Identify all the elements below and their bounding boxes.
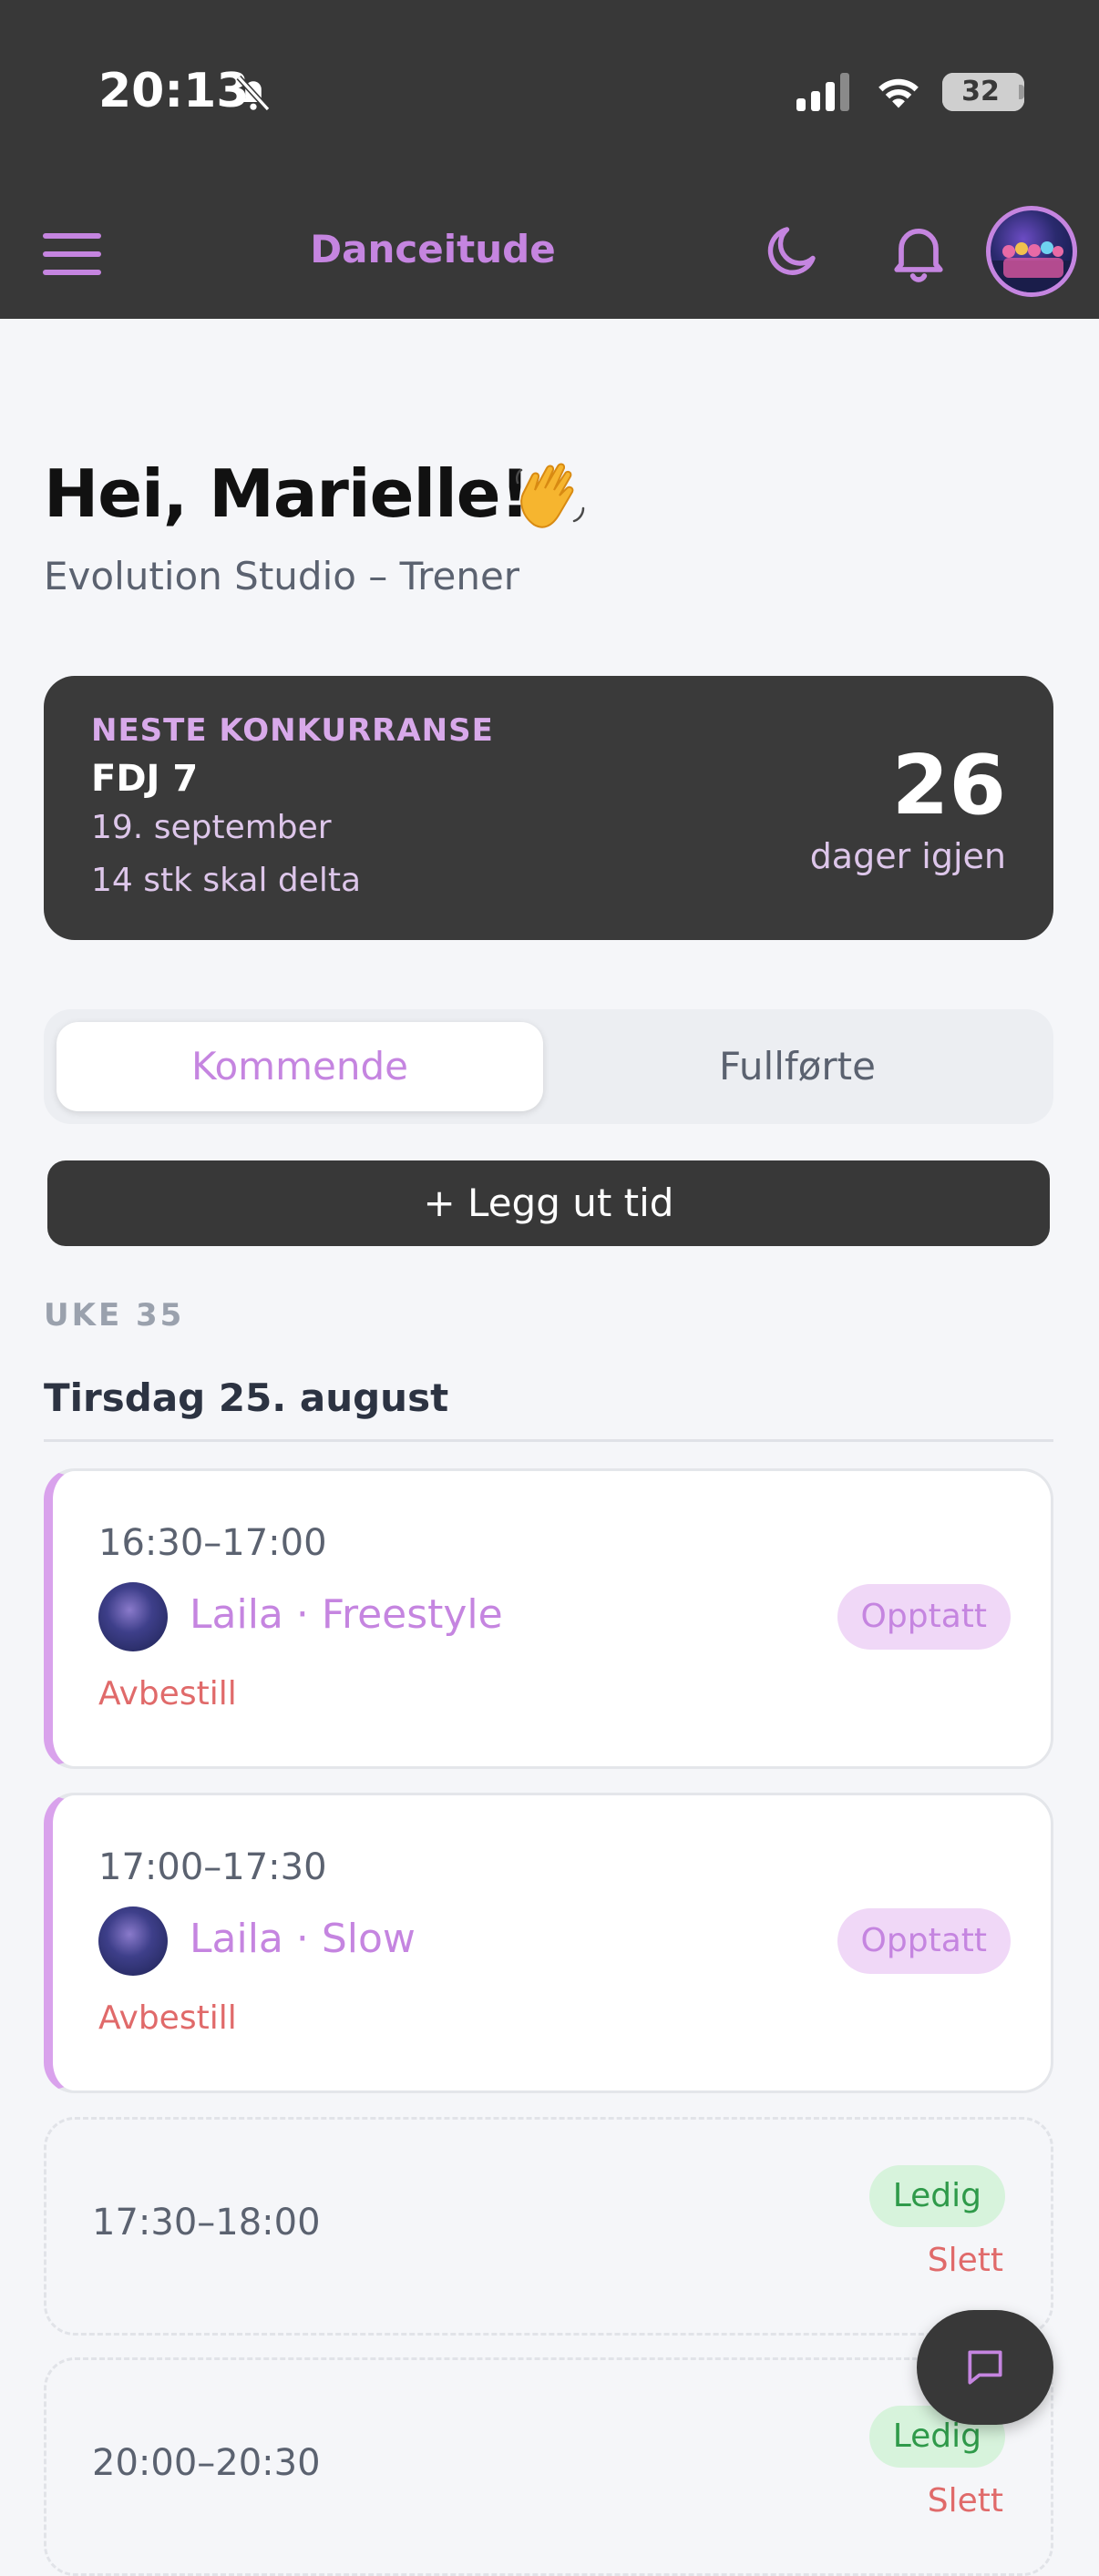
slot-card-booked[interactable]: 16:30–17:00 Laila · Freestyle Opptatt Av… (44, 1468, 1053, 1769)
bell-icon[interactable] (884, 217, 953, 286)
cancel-link[interactable]: Avbestill (98, 1999, 237, 2037)
competition-name: FDJ 7 (91, 758, 199, 800)
profile-avatar[interactable] (986, 206, 1077, 297)
week-label: UKE 35 (44, 1297, 185, 1334)
signal-icon (796, 73, 849, 111)
moon-icon[interactable] (758, 219, 824, 284)
tab-completed[interactable]: Fullførte (554, 1022, 1041, 1111)
slot-time: 16:30–17:00 (98, 1522, 327, 1564)
status-badge: Opptatt (837, 1584, 1011, 1650)
delete-link[interactable]: Slett (928, 2242, 1003, 2279)
competition-days-label: dager igjen (809, 836, 1006, 876)
wifi-icon (878, 78, 919, 108)
add-time-button[interactable]: + Legg ut tid (47, 1160, 1050, 1246)
student-avatar (98, 1582, 168, 1651)
competition-participants: 14 stk skal delta (91, 862, 362, 899)
day-heading: Tirsdag 25. august (44, 1375, 449, 1420)
chat-icon (968, 2350, 1002, 2385)
waving-hand-icon (515, 463, 585, 528)
tab-upcoming[interactable]: Kommende (56, 1022, 543, 1111)
slot-card-free[interactable]: 17:30–18:00 Ledig Slett (44, 2117, 1053, 2336)
profile-avatar-image (991, 241, 1073, 292)
competition-days-count: 26 (891, 738, 1006, 833)
status-badge: Ledig (868, 2165, 1005, 2227)
slot-student: Laila · Freestyle (190, 1591, 503, 1638)
student-avatar (98, 1906, 168, 1976)
battery-cap (1019, 85, 1024, 99)
app-bar: Danceitude (0, 182, 1099, 319)
delete-link[interactable]: Slett (928, 2482, 1003, 2520)
greeting-title: Hei, Marielle! (44, 455, 529, 532)
slot-student: Laila · Slow (190, 1916, 416, 1962)
app-title: Danceitude (310, 227, 556, 271)
menu-icon[interactable] (42, 222, 106, 286)
cancel-link[interactable]: Avbestill (98, 1675, 237, 1712)
bell-slash-icon (236, 75, 271, 112)
slot-card-free[interactable]: 20:00–20:30 Ledig Slett (44, 2357, 1053, 2576)
slot-card-booked[interactable]: 17:00–17:30 Laila · Slow Opptatt Avbesti… (44, 1793, 1053, 2093)
slot-time: 17:00–17:30 (98, 1846, 327, 1888)
competition-label: NESTE KONKURRANSE (91, 712, 494, 749)
slot-time: 20:00–20:30 (92, 2442, 321, 2484)
next-competition-card[interactable]: NESTE KONKURRANSE FDJ 7 19. september 14… (44, 676, 1053, 940)
status-time: 20:13 (98, 64, 250, 118)
slot-time: 17:30–18:00 (92, 2202, 321, 2244)
greeting-subtitle: Evolution Studio – Trener (44, 554, 520, 598)
day-divider (44, 1439, 1053, 1442)
status-bar: 20:13 32 (0, 0, 1099, 182)
chat-button[interactable] (917, 2310, 1053, 2425)
competition-date: 19. september (91, 809, 332, 846)
battery-level: 32 (961, 76, 1000, 107)
tab-switcher: Kommende Fullførte (44, 1009, 1053, 1124)
battery-icon: 32 (942, 73, 1024, 111)
status-badge: Opptatt (837, 1908, 1011, 1974)
